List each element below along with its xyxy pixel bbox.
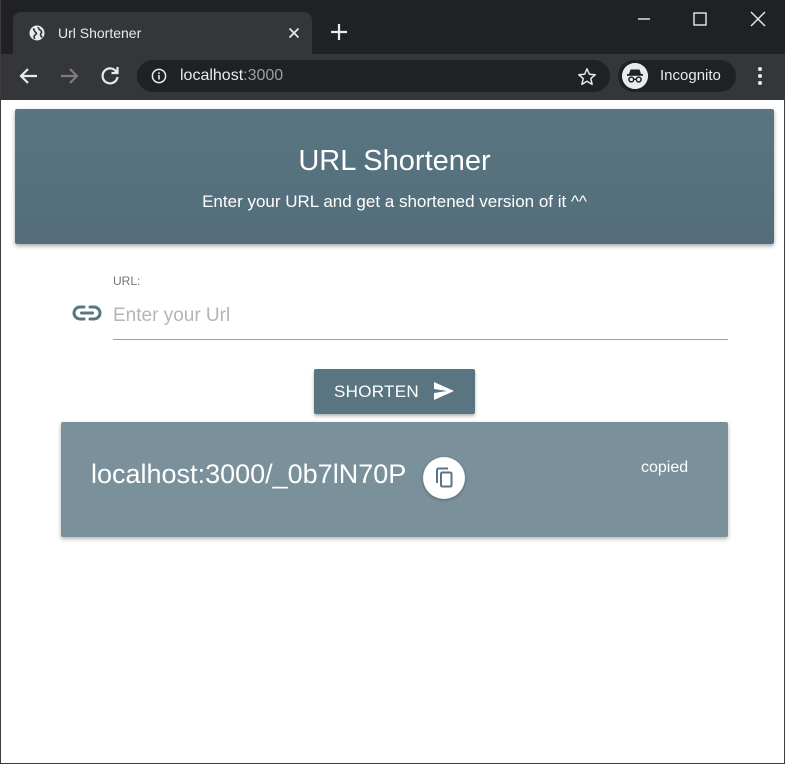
page-subtitle: Enter your URL and get a shortened versi…	[202, 192, 587, 211]
star-icon[interactable]	[576, 66, 598, 88]
address-port: :3000	[243, 67, 284, 84]
tab-title: Url Shortener	[58, 25, 142, 41]
copied-status: copied	[641, 459, 689, 476]
maximize-icon[interactable]	[689, 8, 711, 30]
shorten-button[interactable]: SHORTEN	[314, 369, 475, 414]
address-host: localhost	[180, 67, 244, 84]
url-input[interactable]	[113, 298, 728, 340]
link-icon	[72, 305, 102, 321]
send-icon	[434, 382, 454, 400]
minimize-icon[interactable]	[633, 8, 655, 30]
short-url-text: localhost:3000/_0b7lN70P	[91, 459, 407, 489]
url-field-label: URL:	[113, 274, 141, 288]
address-text: localhost:3000	[180, 67, 283, 85]
plus-icon[interactable]	[327, 20, 351, 44]
profile-label: Incognito	[660, 67, 721, 84]
browser-tab[interactable]: Url Shortener	[13, 12, 312, 54]
browser-toolbar: localhost:3000 Incognito	[1, 54, 785, 100]
globe-icon	[29, 25, 45, 41]
tab-strip: Url Shortener	[1, 0, 785, 54]
header-banner: URL Shortener Enter your URL and get a s…	[15, 109, 774, 244]
copy-button[interactable]	[423, 457, 465, 499]
info-icon[interactable]	[151, 68, 167, 84]
result-card: localhost:3000/_0b7lN70P copied	[61, 422, 728, 537]
address-bar[interactable]: localhost:3000	[137, 60, 610, 92]
page-title: URL Shortener	[298, 145, 491, 177]
reload-icon[interactable]	[98, 64, 122, 88]
kebab-menu-icon[interactable]	[749, 65, 771, 87]
copy-icon	[436, 467, 453, 488]
incognito-icon	[622, 63, 648, 89]
page-content: URL Shortener Enter your URL and get a s…	[1, 100, 784, 763]
window-close-icon[interactable]	[747, 8, 769, 30]
arrow-back-icon[interactable]	[17, 64, 41, 88]
incognito-profile-button[interactable]: Incognito	[618, 60, 736, 92]
close-icon[interactable]	[285, 24, 303, 42]
arrow-forward-icon[interactable]	[57, 64, 81, 88]
browser-window: Url Shortener localhost:3000 Incognito U…	[0, 0, 785, 764]
shorten-button-label: SHORTEN	[334, 382, 419, 401]
